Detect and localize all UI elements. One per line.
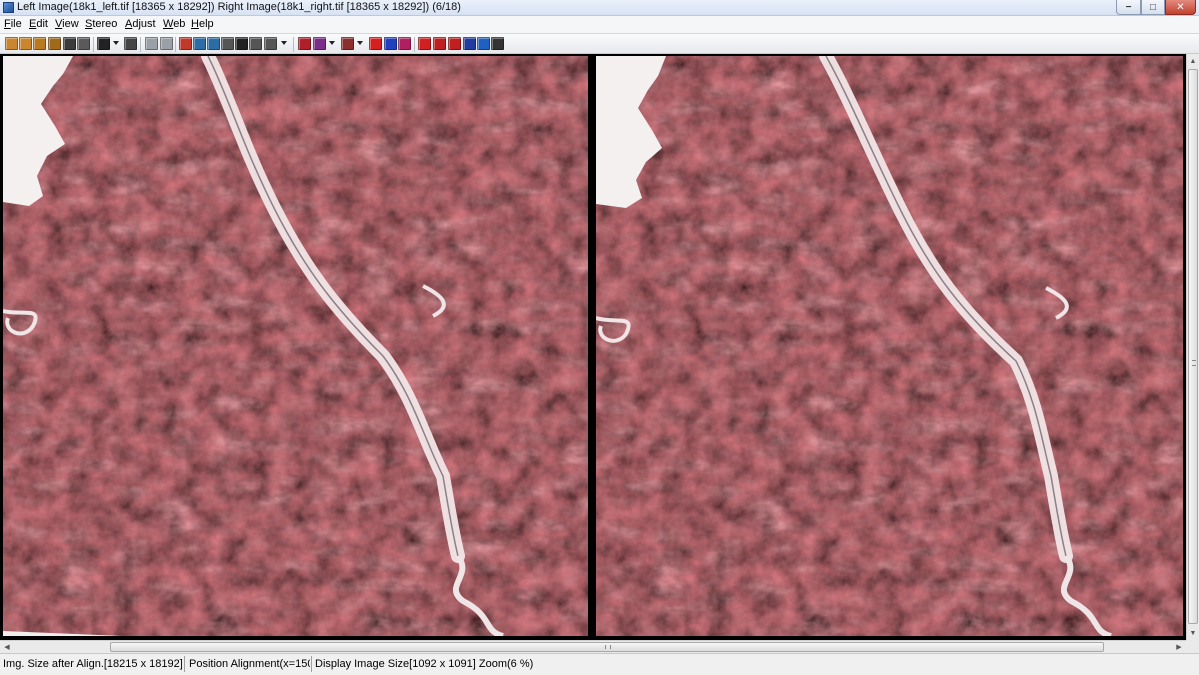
crosshair-icon[interactable] bbox=[97, 37, 110, 50]
scroll-left-icon[interactable]: ◀ bbox=[0, 641, 14, 653]
grip-icon bbox=[605, 645, 611, 649]
menu-view-label: iew bbox=[62, 18, 79, 30]
mirror-icon[interactable] bbox=[433, 37, 446, 50]
redo-icon[interactable] bbox=[160, 37, 173, 50]
menu-help-label: elp bbox=[198, 18, 214, 30]
menu-stereo[interactable]: Stereo bbox=[85, 18, 117, 30]
grid-icon[interactable] bbox=[124, 37, 137, 50]
menu-web-label: eb bbox=[173, 18, 186, 30]
maximize-button[interactable]: □ bbox=[1141, 0, 1165, 15]
left-image-view[interactable] bbox=[3, 56, 588, 636]
scroll-right-icon[interactable]: ▶ bbox=[1172, 641, 1186, 653]
refresh-icon[interactable] bbox=[179, 37, 192, 50]
grip-icon bbox=[1192, 360, 1196, 366]
view-mode-icon[interactable] bbox=[264, 37, 277, 50]
crosshair-dropdown-icon[interactable] bbox=[113, 41, 119, 45]
toolbar-separator bbox=[414, 37, 415, 52]
menu-adjust-label: djust bbox=[132, 18, 156, 30]
save-as-icon[interactable] bbox=[77, 37, 90, 50]
status-divider bbox=[184, 656, 185, 672]
toolbar-separator bbox=[93, 37, 94, 52]
menu-edit[interactable]: Edit bbox=[29, 18, 48, 30]
stereo-mode-dropdown-icon[interactable] bbox=[357, 41, 363, 45]
network-icon[interactable] bbox=[491, 37, 504, 50]
open-right-icon[interactable] bbox=[19, 37, 32, 50]
right-image bbox=[596, 56, 1183, 636]
vertical-scroll-thumb[interactable] bbox=[1188, 69, 1198, 624]
view-mode-dropdown-icon[interactable] bbox=[281, 41, 287, 45]
align-points-icon[interactable] bbox=[448, 37, 461, 50]
menu-edit-label: dit bbox=[36, 18, 48, 30]
swap-images-icon[interactable] bbox=[418, 37, 431, 50]
status-bar: Img. Size after Align.[18215 x 18192] Po… bbox=[0, 653, 1199, 675]
move-icon[interactable] bbox=[477, 37, 490, 50]
menu-bar: File Edit View Stereo Adjust Web Help bbox=[0, 16, 1199, 33]
fit-icon[interactable] bbox=[221, 37, 234, 50]
horizontal-scrollbar[interactable]: ◀ ▶ bbox=[0, 640, 1186, 653]
menu-file-key: F bbox=[4, 18, 11, 30]
vertical-scrollbar[interactable]: ▲ ▼ bbox=[1186, 54, 1199, 640]
swap-channel-icon[interactable] bbox=[398, 37, 411, 50]
menu-help[interactable]: Help bbox=[191, 18, 214, 30]
title-bar: Left Image(18k1_left.tif [18365 x 18292]… bbox=[0, 0, 1199, 16]
toolbar-separator bbox=[293, 37, 294, 52]
open-pair-icon[interactable] bbox=[33, 37, 46, 50]
zoom-out-icon[interactable] bbox=[207, 37, 220, 50]
menu-view[interactable]: View bbox=[55, 18, 79, 30]
scroll-down-icon[interactable]: ▼ bbox=[1187, 626, 1199, 640]
scroll-up-icon[interactable]: ▲ bbox=[1187, 54, 1199, 68]
horizontal-scroll-thumb[interactable] bbox=[110, 642, 1104, 652]
open-left-icon[interactable] bbox=[5, 37, 18, 50]
stereo-canvas[interactable] bbox=[0, 54, 1186, 640]
side-by-side-icon[interactable] bbox=[313, 37, 326, 50]
menu-web[interactable]: Web bbox=[163, 18, 185, 30]
left-image bbox=[3, 56, 588, 636]
blue-channel-icon[interactable] bbox=[384, 37, 397, 50]
save-icon[interactable] bbox=[63, 37, 76, 50]
status-divider bbox=[311, 656, 312, 672]
rewind-icon[interactable] bbox=[235, 37, 248, 50]
close-button[interactable]: ✕ bbox=[1165, 0, 1196, 15]
menu-help-key: H bbox=[191, 18, 199, 30]
scrollbar-corner bbox=[1186, 640, 1199, 653]
split-icon[interactable] bbox=[463, 37, 476, 50]
open-project-icon[interactable] bbox=[48, 37, 61, 50]
menu-stereo-label: tereo bbox=[92, 18, 118, 30]
menu-file[interactable]: File bbox=[4, 18, 22, 30]
status-alignment: Position Alignment(x=150 bbox=[189, 658, 310, 670]
menu-web-key: W bbox=[163, 18, 174, 30]
minimize-button[interactable]: − bbox=[1116, 0, 1141, 15]
undo-icon[interactable] bbox=[145, 37, 158, 50]
zoom-in-icon[interactable] bbox=[193, 37, 206, 50]
app-icon bbox=[3, 2, 14, 13]
toolbar-separator bbox=[175, 37, 176, 52]
status-image-size: Img. Size after Align.[18215 x 18192] bbox=[3, 658, 183, 670]
stereo-mode-icon[interactable] bbox=[341, 37, 354, 50]
stereo-dropdown-icon[interactable] bbox=[329, 41, 335, 45]
actual-size-icon[interactable] bbox=[249, 37, 262, 50]
menu-adjust[interactable]: Adjust bbox=[125, 18, 156, 30]
anaglyph-icon[interactable] bbox=[298, 37, 311, 50]
toolbar bbox=[0, 33, 1199, 54]
menu-file-label: ile bbox=[10, 18, 22, 30]
red-channel-icon[interactable] bbox=[369, 37, 382, 50]
window-title: Left Image(18k1_left.tif [18365 x 18292]… bbox=[17, 1, 461, 13]
toolbar-separator bbox=[140, 37, 141, 52]
right-image-view[interactable] bbox=[596, 56, 1183, 636]
status-display-size: Display Image Size[1092 x 1091] Zoom(6 %… bbox=[315, 658, 534, 670]
